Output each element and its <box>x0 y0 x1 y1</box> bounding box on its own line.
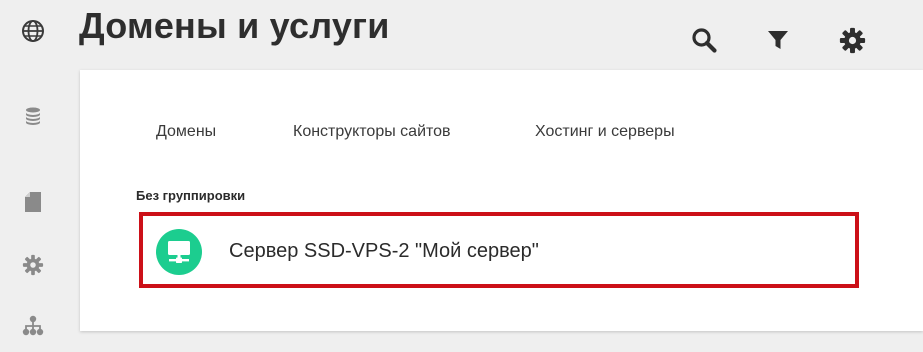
filter-icon[interactable] <box>764 26 792 54</box>
monitor-network-icon <box>156 229 202 275</box>
sidebar <box>0 0 68 352</box>
search-icon[interactable] <box>690 26 718 54</box>
page-title: Домены и услуги <box>79 5 390 46</box>
tab-site-builders[interactable]: Конструкторы сайтов <box>293 123 451 141</box>
coins-icon[interactable] <box>20 103 46 129</box>
server-name: Сервер SSD-VPS-2 "Мой сервер" <box>229 240 539 262</box>
gear-icon[interactable] <box>20 252 46 278</box>
server-list-item[interactable]: Сервер SSD-VPS-2 "Мой сервер" <box>139 212 859 288</box>
globe-icon[interactable] <box>20 18 46 44</box>
gear-icon[interactable] <box>838 26 866 54</box>
sitemap-icon[interactable] <box>20 313 46 339</box>
tab-hosting-servers[interactable]: Хостинг и серверы <box>535 123 675 141</box>
services-card: Домены Конструкторы сайтов Хостинг и сер… <box>80 70 923 331</box>
group-label: Без группировки <box>136 188 246 203</box>
tab-domains[interactable]: Домены <box>156 123 216 141</box>
document-icon[interactable] <box>20 189 46 215</box>
